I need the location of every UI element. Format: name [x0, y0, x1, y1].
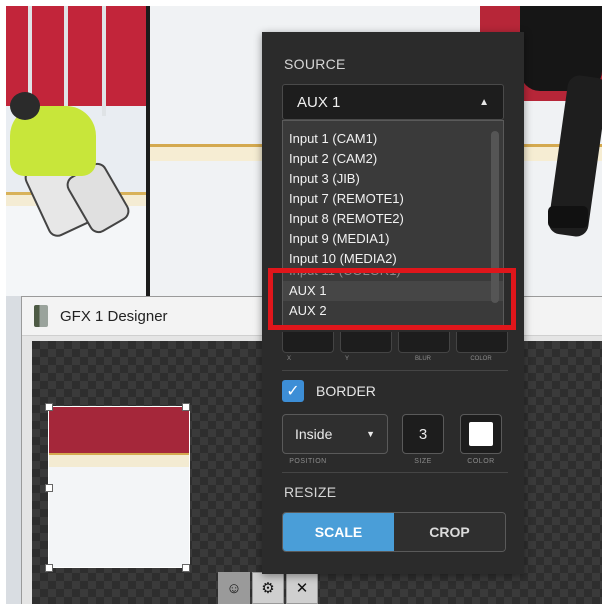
- shadow-x-label: X: [286, 356, 291, 362]
- scale-button[interactable]: SCALE: [283, 513, 394, 551]
- resize-handle-bottom-center[interactable]: [182, 564, 190, 572]
- shadow-blur-field[interactable]: [398, 332, 450, 353]
- border-position-label: POSITION: [289, 458, 327, 465]
- screenshot-frame: GFX 1 Designer ☺ ⚙ ✕ SOURCE AUX 1 ▲ Inpu…: [6, 6, 602, 604]
- source-option-input-7[interactable]: Input 7 (REMOTE1): [283, 189, 503, 209]
- border-size-label: SIZE: [414, 458, 432, 465]
- crop-button[interactable]: CROP: [394, 513, 505, 551]
- border-checkbox[interactable]: ✓: [282, 380, 304, 402]
- shadow-color-label: COLOR: [470, 356, 492, 362]
- resize-handle-top-center[interactable]: [182, 403, 190, 411]
- gfx-window-title: GFX 1 Designer: [60, 307, 168, 325]
- border-color-swatch: [469, 422, 493, 446]
- shadow-blur-label: BLUR: [414, 356, 431, 362]
- caret-up-icon: ▲: [479, 96, 489, 108]
- border-color-picker[interactable]: [460, 414, 502, 454]
- shadow-y-field[interactable]: [340, 332, 392, 353]
- resize-handle-top-left[interactable]: [45, 403, 53, 411]
- layer-toolbar: ☺ ⚙ ✕: [218, 572, 318, 604]
- border-position-value: Inside: [295, 426, 333, 442]
- shadow-x-field[interactable]: [282, 332, 334, 353]
- gfx-app-icon: [34, 305, 48, 327]
- gear-icon[interactable]: ⚙: [252, 572, 284, 604]
- source-option-input-2[interactable]: Input 2 (CAM2): [283, 149, 503, 169]
- section-divider: [282, 472, 508, 473]
- source-option-input-9[interactable]: Input 9 (MEDIA1): [283, 229, 503, 249]
- caret-down-icon: ▼: [366, 429, 375, 439]
- border-size-input[interactable]: 3: [402, 414, 444, 454]
- user-icon[interactable]: ☺: [218, 572, 250, 604]
- source-option-input-8[interactable]: Input 8 (REMOTE2): [283, 209, 503, 229]
- source-select[interactable]: AUX 1 ▲: [282, 84, 504, 120]
- resize-handle-middle-left[interactable]: [45, 484, 53, 492]
- resize-mode-toggle: SCALE CROP: [282, 512, 506, 552]
- source-section-label: SOURCE: [284, 56, 346, 72]
- border-color-label: COLOR: [467, 458, 495, 465]
- border-position-select[interactable]: Inside ▼: [282, 414, 388, 454]
- border-toggle-row[interactable]: ✓ BORDER: [282, 378, 376, 404]
- shadow-y-label: Y: [344, 356, 349, 362]
- shadow-color-field[interactable]: [456, 332, 508, 353]
- shadow-controls-row: X Y BLUR COLOR: [282, 332, 508, 372]
- border-label: BORDER: [316, 383, 376, 399]
- preview-left-goalie: [6, 6, 146, 296]
- source-selected-value: AUX 1: [297, 93, 341, 111]
- section-divider: [282, 370, 508, 371]
- close-icon[interactable]: ✕: [286, 572, 318, 604]
- source-option-input-10[interactable]: Input 10 (MEDIA2): [283, 249, 503, 269]
- highlight-annotation-box: [268, 268, 516, 330]
- resize-section-label: RESIZE: [284, 484, 337, 500]
- source-option-input-1[interactable]: Input 1 (CAM1): [283, 129, 503, 149]
- gfx-image-layer[interactable]: [48, 406, 190, 568]
- resize-handle-bottom-left[interactable]: [45, 564, 53, 572]
- source-option-input-3[interactable]: Input 3 (JIB): [283, 169, 503, 189]
